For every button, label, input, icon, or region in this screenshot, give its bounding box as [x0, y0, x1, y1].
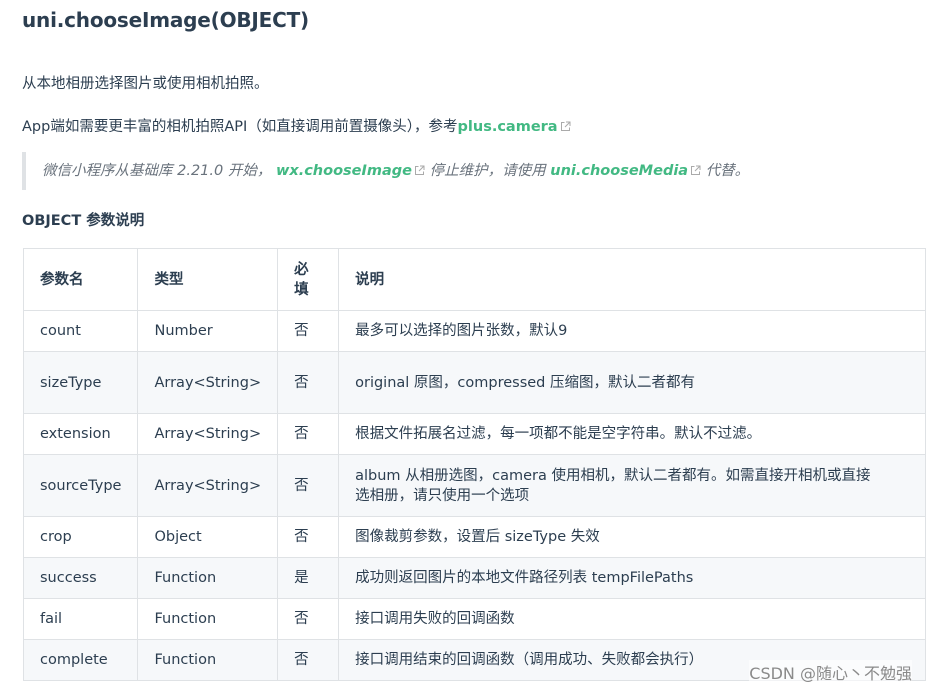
- cell-desc: original 原图，compressed 压缩图，默认二者都有: [338, 351, 926, 414]
- cell-desc-line2: 选相册，请只使用一个选项: [355, 487, 530, 504]
- watermark: CSDN @随心丶不勉强: [749, 660, 912, 684]
- cell-name: count: [22, 310, 139, 352]
- cell-desc: 最多可以选择的图片张数，默认9: [338, 310, 926, 352]
- cell-required: 否: [277, 454, 340, 517]
- table-header-row: 参数名 类型 必填 说明: [22, 248, 926, 311]
- header-type: 类型: [137, 248, 279, 311]
- plus-camera-link[interactable]: plus.camera: [458, 119, 558, 135]
- cell-name: extension: [22, 413, 139, 455]
- cell-desc: 成功则返回图片的本地文件路径列表 tempFilePaths: [338, 557, 926, 599]
- table-row: sizeType Array<String> 否 original 原图，com…: [22, 351, 926, 414]
- table-row: count Number 否 最多可以选择的图片张数，默认9: [22, 310, 926, 352]
- cell-required: 否: [277, 351, 340, 414]
- deprecation-note: 微信小程序从基础库 2.21.0 开始， wx.chooseImage 停止维护…: [22, 152, 902, 190]
- header-name: 参数名: [22, 248, 139, 311]
- cell-name: crop: [22, 516, 139, 558]
- cell-required: 否: [277, 598, 340, 640]
- cell-name: fail: [22, 598, 139, 640]
- deprecation-note-text-2: 停止维护，请使用: [429, 163, 546, 179]
- cell-required: 否: [277, 516, 340, 558]
- external-link-icon: [690, 165, 701, 176]
- wx-chooseimage-link[interactable]: wx.chooseImage: [276, 163, 412, 179]
- table-row: crop Object 否 图像裁剪参数，设置后 sizeType 失效: [22, 516, 926, 558]
- uni-choosemedia-link[interactable]: uni.chooseMedia: [550, 163, 688, 179]
- header-required: 必填: [277, 248, 340, 311]
- table-row: sourceType Array<String> 否 album 从相册选图，c…: [22, 454, 926, 517]
- cell-desc: album 从相册选图，camera 使用相机，默认二者都有。如需直接开相机或直…: [338, 454, 926, 517]
- cell-required: 否: [277, 413, 340, 455]
- cell-type: Array<String>: [137, 351, 279, 414]
- table-row: fail Function 否 接口调用失败的回调函数: [22, 598, 926, 640]
- cell-type: Number: [137, 310, 279, 352]
- page-title: uni.chooseImage(OBJECT): [22, 8, 309, 32]
- cell-type: Function: [137, 598, 279, 640]
- table-row: success Function 是 成功则返回图片的本地文件路径列表 temp…: [22, 557, 926, 599]
- cell-type: Function: [137, 639, 279, 681]
- cell-type: Array<String>: [137, 413, 279, 455]
- cell-name: sourceType: [22, 454, 139, 517]
- cell-desc: 根据文件拓展名过滤，每一项都不能是空字符串。默认不过滤。: [338, 413, 926, 455]
- table-row: extension Array<String> 否 根据文件拓展名过滤，每一项都…: [22, 413, 926, 455]
- cell-required: 否: [277, 639, 340, 681]
- cell-name: complete: [22, 639, 139, 681]
- intro-text: 从本地相册选择图片或使用相机拍照。: [22, 76, 269, 92]
- app-note-text: App端如需要更丰富的相机拍照API（如直接调用前置摄像头），参考: [22, 119, 458, 135]
- external-link-icon: [414, 165, 425, 176]
- cell-desc: 接口调用失败的回调函数: [338, 598, 926, 640]
- deprecation-note-text-3: 代替。: [705, 163, 750, 179]
- header-required-line2: 填: [294, 281, 309, 298]
- app-note: App端如需要更丰富的相机拍照API（如直接调用前置摄像头），参考plus.ca…: [22, 115, 571, 136]
- cell-desc-line1: album 从相册选图，camera 使用相机，默认二者都有。如需直接开相机或直…: [355, 467, 871, 484]
- cell-type: Function: [137, 557, 279, 599]
- cell-required: 否: [277, 310, 340, 352]
- cell-name: success: [22, 557, 139, 599]
- external-link-icon: [560, 121, 571, 132]
- cell-type: Array<String>: [137, 454, 279, 517]
- cell-name: sizeType: [22, 351, 139, 414]
- deprecation-note-text-1: 微信小程序从基础库 2.21.0 开始，: [42, 163, 272, 179]
- cell-type: Object: [137, 516, 279, 558]
- header-desc: 说明: [338, 248, 926, 311]
- cell-desc: 图像裁剪参数，设置后 sizeType 失效: [338, 516, 926, 558]
- section-title: OBJECT 参数说明: [22, 213, 145, 229]
- header-required-line1: 必: [294, 261, 309, 278]
- params-table: 参数名 类型 必填 说明 count Number 否 最多可以选择的图片张数，…: [22, 248, 926, 681]
- cell-required: 是: [277, 557, 340, 599]
